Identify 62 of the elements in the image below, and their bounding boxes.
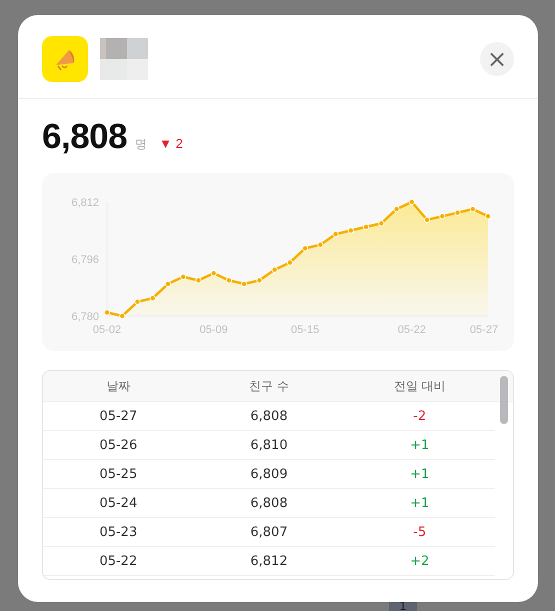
data-point [180,274,186,280]
data-point [134,298,140,305]
table-cell-text: 6,808 [249,496,289,510]
table-cell-text: 05-25 [98,466,138,482]
blurred-name [100,38,148,80]
data-point [394,206,400,212]
table-cell-text: -5 [412,524,428,540]
scrollbar-thumb[interactable] [500,376,508,424]
column-header: 친구 수 [248,378,290,394]
x-tick-label: 05-27 [470,324,498,336]
data-point [195,277,202,284]
follower-count: 6,808 [42,117,128,157]
data-point [424,216,430,223]
data-point [378,220,384,226]
table-cell-text: 6,807 [249,524,289,540]
change-value: ▼ 2 [159,136,183,151]
x-tick-label: 05-15 [291,324,320,336]
data-point [210,270,217,276]
data-point [439,213,446,220]
table-cell-text: +1 [409,438,430,452]
table-cell-text: 6,810 [249,438,289,452]
table-cell-text: 05-23 [98,524,138,540]
data-point [363,224,370,230]
data-point [164,280,171,287]
data-point [348,228,354,234]
data-point [272,266,278,273]
x-tick-label: 05-02 [92,324,122,336]
table-cell-text: -2 [412,408,428,424]
data-point [302,245,308,252]
data-point [150,295,156,302]
data-point [485,213,491,220]
y-tick-label: 6,812 [71,197,99,209]
data-point [256,277,262,284]
data-point [317,242,324,248]
megaphone-icon [42,36,88,82]
table-cell-text: 05-27 [98,408,138,424]
data-point [241,280,248,287]
data-point [104,309,110,316]
column-header: 전일 대비 [392,378,447,394]
table-cell-text: 6,808 [249,408,289,424]
table-cell-text: +1 [409,466,430,482]
data-point [226,277,232,284]
data-point [408,199,415,205]
table-cell-text: 05-26 [98,438,138,452]
data-point [454,210,461,216]
y-tick-label: 6,780 [71,311,99,323]
table-cell-text: 6,809 [249,466,289,482]
x-tick-label: 05-09 [200,324,228,336]
data-point [286,260,293,266]
table-cell-text: +1 [409,496,430,510]
data-point [119,313,126,319]
table-cell-text: 6,812 [249,554,289,568]
table-cell-text: 05-24 [98,496,138,510]
x-tick-label: 05-22 [398,324,426,336]
data-point [332,231,339,238]
close-button[interactable]: × [480,42,514,76]
unit-label: 명 [135,136,148,153]
table-cell-text: 05-22 [98,554,138,568]
table-cell-text: +2 [409,554,430,568]
data-point [470,206,476,212]
y-tick-label: 6,796 [71,254,99,266]
column-header: 날짜 [105,378,132,394]
